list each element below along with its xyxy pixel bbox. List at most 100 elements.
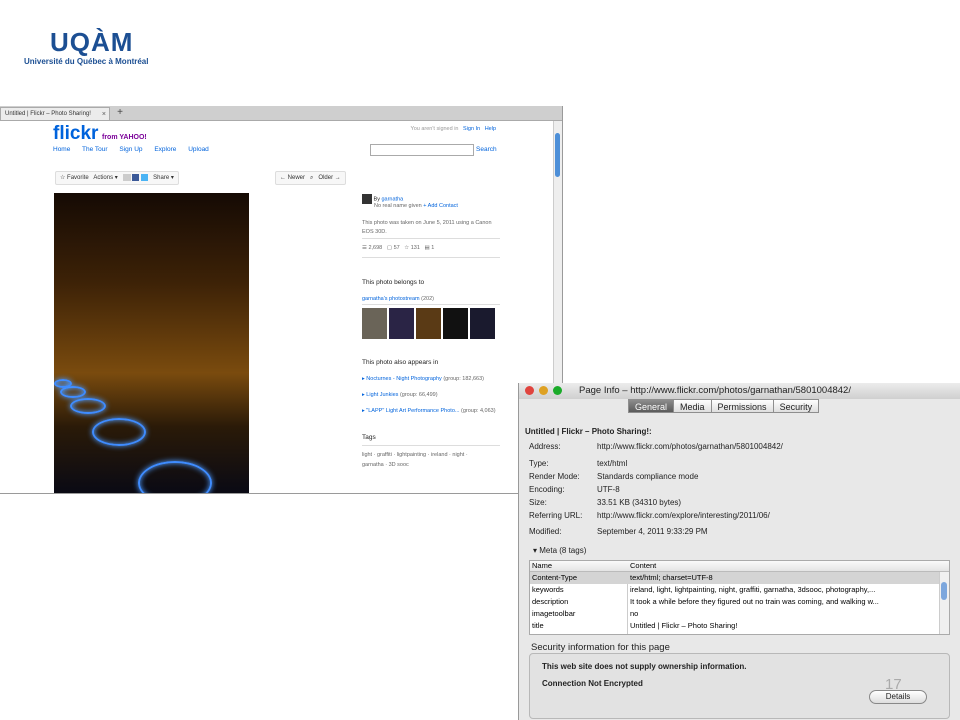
nav-upload[interactable]: Upload bbox=[188, 146, 209, 153]
scroll-thumb[interactable] bbox=[555, 133, 560, 177]
security-ownership: This web site does not supply ownership … bbox=[542, 662, 747, 671]
group-item[interactable]: ▸ Light Junkies (group: 66,499) bbox=[362, 392, 438, 398]
photo-toolbar: ☆ Favorite Actions ▾ Share ▾ bbox=[55, 171, 179, 185]
meta-name: description bbox=[532, 597, 569, 606]
appears-heading: This photo also appears in bbox=[362, 359, 439, 366]
slide-number: 17 bbox=[885, 676, 902, 693]
add-contact-link[interactable]: + Add Contact bbox=[423, 203, 458, 209]
column-header-content[interactable]: Content bbox=[630, 561, 936, 570]
thumbnail[interactable] bbox=[443, 308, 468, 339]
security-heading: Security information for this page bbox=[531, 642, 670, 653]
share-button[interactable]: Share ▾ bbox=[153, 175, 174, 181]
field-label: Address: bbox=[529, 442, 561, 451]
window-titlebar[interactable]: Page Info – http://www.flickr.com/photos… bbox=[519, 383, 960, 399]
table-row[interactable]: Content-Type text/html; charset=UTF-8 bbox=[530, 572, 949, 584]
group-item[interactable]: ▸ "LAPP" Light Art Performance Photo... … bbox=[362, 408, 496, 414]
search-button[interactable]: Search bbox=[476, 146, 497, 153]
thumbnail[interactable] bbox=[389, 308, 414, 339]
tab-media[interactable]: Media bbox=[673, 399, 712, 413]
tags-line[interactable]: light · graffiti · lightpainting · irela… bbox=[362, 452, 468, 458]
page-info-tabs: General Media Permissions Security bbox=[628, 399, 820, 413]
meta-name: imagetoolbar bbox=[532, 609, 576, 618]
photo-nav: ← Newer ⌕ Older → bbox=[275, 171, 346, 185]
browser-tab[interactable]: Untitled | Flickr – Photo Sharing! × bbox=[0, 107, 110, 120]
comments-icon: ▢ bbox=[386, 245, 393, 251]
field-value[interactable]: September 4, 2011 9:33:29 PM bbox=[597, 527, 708, 536]
thumbnail[interactable] bbox=[470, 308, 495, 339]
author-name[interactable]: garnatha bbox=[381, 196, 403, 202]
group-name-text: Light Junkies bbox=[366, 392, 399, 398]
light-ring bbox=[92, 418, 146, 446]
meta-content: ireland, light, lightpainting, night, gr… bbox=[630, 585, 876, 594]
photostream-link[interactable]: garnatha's photostream (202) bbox=[362, 296, 434, 302]
divider bbox=[362, 257, 500, 258]
field-value[interactable]: Standards compliance mode bbox=[597, 472, 698, 481]
minimize-icon[interactable] bbox=[539, 386, 548, 395]
table-row[interactable]: title Untitled | Flickr – Photo Sharing! bbox=[530, 620, 949, 632]
field-label: Size: bbox=[529, 498, 547, 507]
tab-security[interactable]: Security bbox=[772, 399, 820, 413]
newer-button[interactable]: ← Newer bbox=[280, 175, 305, 181]
main-photo[interactable] bbox=[54, 193, 249, 493]
thumbnail[interactable] bbox=[362, 308, 387, 339]
nav-explore[interactable]: Explore bbox=[154, 146, 176, 153]
meta-content: It took a while before they figured out … bbox=[630, 597, 879, 606]
zoom-icon[interactable]: ⌕ bbox=[310, 175, 313, 181]
zoom-icon[interactable] bbox=[553, 386, 562, 395]
group-name[interactable]: ▸ Nocturnes - Night Photography bbox=[362, 376, 442, 382]
facebook-icon[interactable] bbox=[132, 173, 140, 181]
tab-general[interactable]: General bbox=[628, 399, 675, 413]
email-icon[interactable] bbox=[122, 173, 131, 181]
tags-line[interactable]: garnatha · 3D sooc bbox=[362, 462, 409, 468]
favorite-button[interactable]: ☆ Favorite bbox=[60, 175, 89, 181]
nav-signup[interactable]: Sign Up bbox=[119, 146, 142, 153]
group-name[interactable]: ▸ Light Junkies bbox=[362, 392, 398, 398]
tab-permissions[interactable]: Permissions bbox=[710, 399, 774, 413]
twitter-icon[interactable] bbox=[141, 173, 149, 181]
table-row[interactable]: keywords ireland, light, lightpainting, n… bbox=[530, 584, 949, 596]
table-scroll-thumb[interactable] bbox=[941, 582, 947, 600]
help-link[interactable]: Help bbox=[485, 126, 496, 132]
light-ring bbox=[70, 398, 106, 414]
field-value[interactable]: 33.51 KB (34310 bytes) bbox=[597, 498, 681, 507]
meta-toggle[interactable]: ▾ Meta (8 tags) bbox=[533, 546, 586, 555]
field-value[interactable]: text/html bbox=[597, 459, 627, 468]
author-avatar[interactable] bbox=[362, 194, 372, 204]
group-meta: (group: 66,499) bbox=[399, 392, 438, 398]
author-realname: No real name given bbox=[374, 203, 422, 209]
close-icon[interactable] bbox=[525, 386, 534, 395]
close-tab-icon[interactable]: × bbox=[102, 108, 106, 120]
flickr-logo[interactable]: flickr bbox=[53, 124, 98, 144]
photostream-name[interactable]: garnatha's photostream bbox=[362, 296, 420, 302]
new-tab-button[interactable]: + bbox=[114, 107, 126, 119]
views-icon: ☰ bbox=[362, 245, 367, 251]
logo-subtitle: Université du Québec à Montréal bbox=[24, 57, 149, 66]
sign-in-link[interactable]: Sign In bbox=[463, 126, 480, 132]
group-item[interactable]: ▸ Nocturnes - Night Photography (group: … bbox=[362, 376, 484, 382]
field-value[interactable]: http://www.flickr.com/photos/garnathan/5… bbox=[597, 442, 783, 451]
tags-heading: Tags bbox=[362, 434, 376, 441]
column-header-name[interactable]: Name bbox=[532, 561, 552, 570]
table-header: Name Content bbox=[530, 561, 949, 572]
nav-tour[interactable]: The Tour bbox=[82, 146, 108, 153]
group-name-text: "LAPP" Light Art Performance Photo... bbox=[366, 408, 460, 414]
table-scrollbar[interactable] bbox=[939, 572, 949, 634]
table-row[interactable]: imagetoolbar no bbox=[530, 608, 949, 620]
group-name[interactable]: ▸ "LAPP" Light Art Performance Photo... bbox=[362, 408, 459, 414]
faves-icon: ☆ bbox=[404, 245, 410, 251]
actions-button[interactable]: Actions ▾ bbox=[93, 175, 117, 181]
field-label: Render Mode: bbox=[529, 472, 580, 481]
field-label: Referring URL: bbox=[529, 511, 583, 520]
logo-name: UQÀM bbox=[50, 27, 134, 57]
search-input[interactable] bbox=[370, 144, 474, 156]
meta-content: Untitled | Flickr – Photo Sharing! bbox=[630, 621, 738, 630]
field-value[interactable]: UTF-8 bbox=[597, 485, 620, 494]
meta-content: no bbox=[630, 609, 639, 618]
nav-home[interactable]: Home bbox=[53, 146, 70, 153]
table-row[interactable]: description It took a while before they f… bbox=[530, 596, 949, 608]
flickr-nav: Home The Tour Sign Up Explore Upload bbox=[53, 146, 219, 153]
field-value[interactable]: http://www.flickr.com/explore/interestin… bbox=[597, 511, 770, 520]
older-button[interactable]: Older → bbox=[318, 175, 340, 181]
signed-out-text: You aren't signed in bbox=[410, 126, 459, 132]
thumbnail[interactable] bbox=[416, 308, 441, 339]
